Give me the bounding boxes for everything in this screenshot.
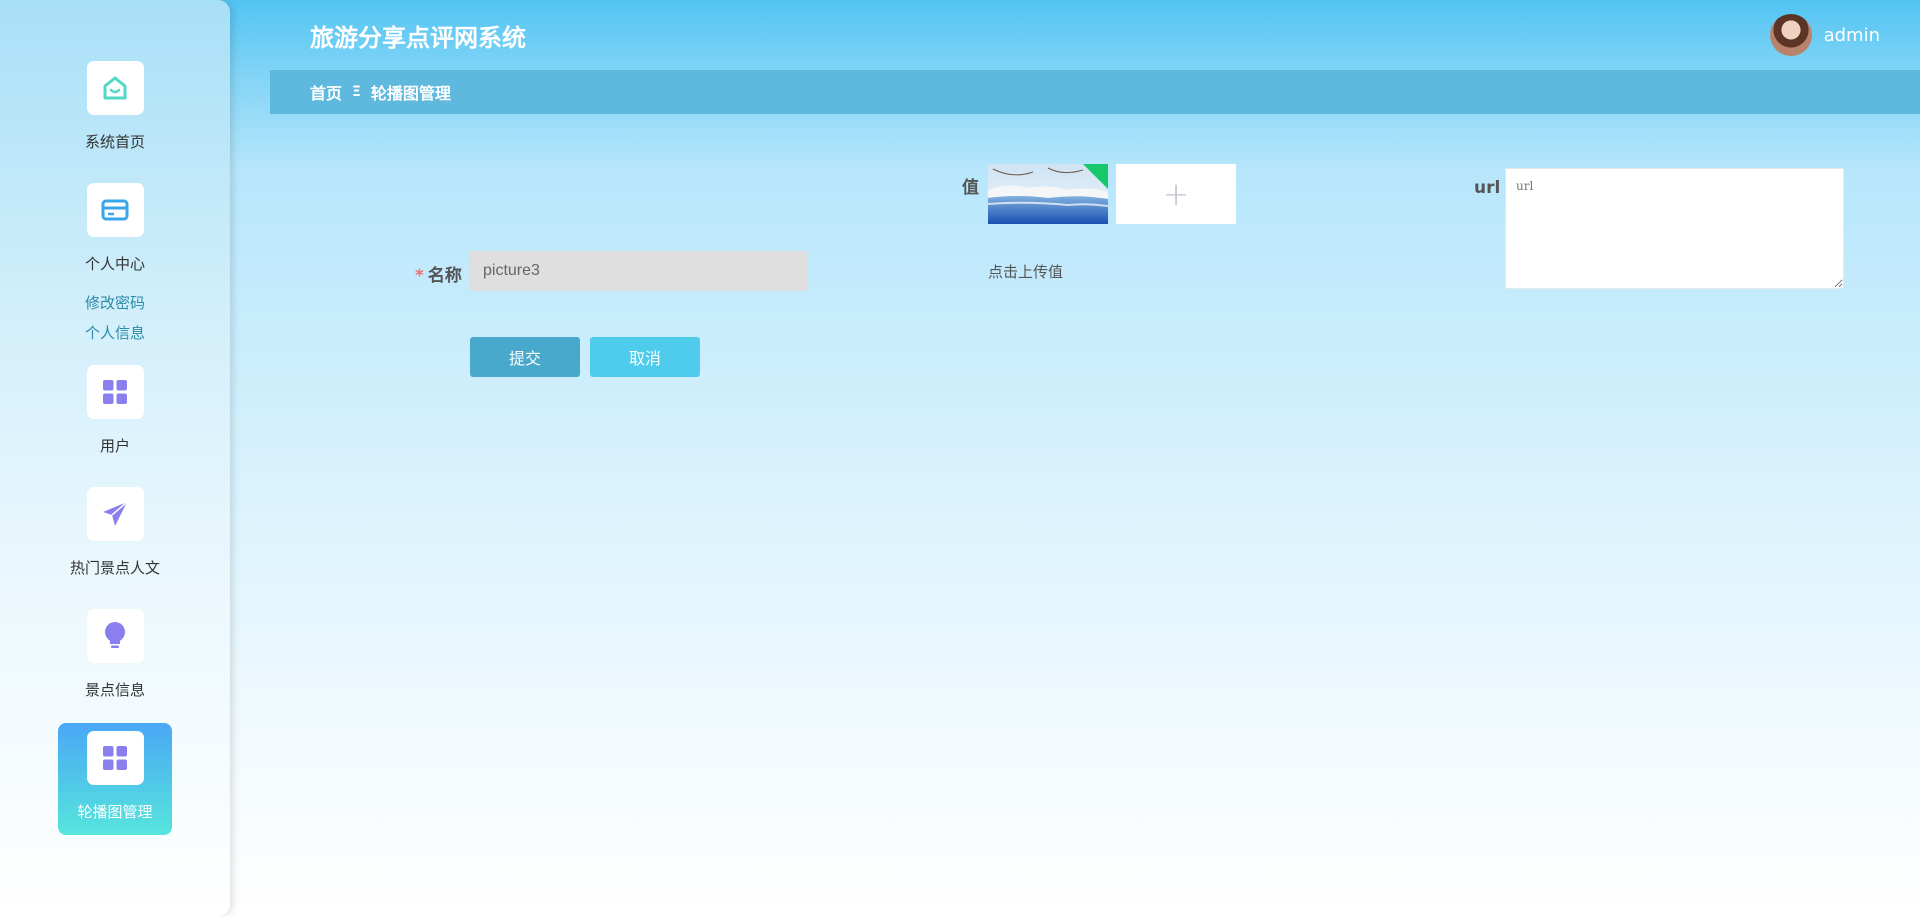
sidebar-subitem-change-password[interactable]: 修改密码 (58, 292, 172, 313)
sidebar-item-label: 用户 (99, 437, 130, 455)
sidebar-item-label: 热门景点人文 (69, 559, 160, 577)
breadcrumb: 首页 Ξ 轮播图管理 (270, 70, 1920, 114)
upload-tip: 点击上传值 (988, 263, 1064, 281)
nav-icon-box (86, 609, 144, 663)
sidebar-item-label: 个人中心 (84, 255, 145, 273)
sidebar-item-users[interactable]: 用户 (58, 365, 172, 456)
nav-icon-box (86, 731, 144, 785)
sidebar-item-home[interactable]: 系统首页 (58, 61, 172, 152)
sidebar-item-label: 轮播图管理 (77, 803, 153, 821)
card-icon (101, 199, 129, 221)
grid-icon (103, 746, 127, 770)
plus-icon: + (1162, 175, 1190, 213)
sidebar-item-label: 系统首页 (84, 133, 145, 151)
cancel-button[interactable]: 取消 (590, 337, 700, 377)
sidebar-item-popular-attractions[interactable]: 热门景点人文 (58, 487, 172, 578)
name-label: * 名称 (415, 261, 462, 286)
submit-button[interactable]: 提交 (470, 337, 580, 377)
landscape-image (988, 164, 1108, 224)
url-label: url (1474, 178, 1501, 198)
breadcrumb-current: 轮播图管理 (370, 84, 451, 103)
user-menu[interactable]: admin (1769, 14, 1880, 56)
sidebar-item-label: 景点信息 (84, 681, 145, 699)
sidebar-item-attraction-info[interactable]: 景点信息 (58, 609, 172, 700)
sidebar-item-carousel-management[interactable]: 轮播图管理 (58, 723, 172, 835)
grid-icon (103, 380, 127, 404)
home-icon (103, 76, 127, 100)
breadcrumb-separator: Ξ (352, 84, 361, 100)
name-label-text: 名称 (427, 266, 462, 286)
avatar[interactable] (1769, 14, 1812, 56)
breadcrumb-home[interactable]: 首页 (310, 80, 342, 104)
paper-plane-icon (103, 501, 128, 526)
name-input[interactable] (470, 251, 808, 291)
upload-button[interactable]: + (1116, 164, 1236, 224)
sidebar: 系统首页 个人中心 修改密码 个人信息 用户 热门景点人文 景点信息 轮播图管理 (0, 0, 230, 916)
app-title: 旅游分享点评网系统 (310, 24, 526, 52)
nav-icon-box (86, 365, 144, 419)
lightbulb-icon (105, 622, 125, 648)
value-image-thumbnail[interactable] (988, 164, 1108, 224)
sidebar-item-personal-center[interactable]: 个人中心 (58, 183, 172, 274)
user-name[interactable]: admin (1824, 25, 1880, 46)
nav-icon-box (86, 487, 144, 541)
nav-icon-box (86, 183, 144, 237)
required-mark: * (415, 266, 424, 286)
nav-icon-box (86, 61, 144, 115)
value-label: 值 (962, 178, 979, 198)
url-textarea[interactable] (1505, 168, 1844, 289)
sidebar-subitem-personal-info[interactable]: 个人信息 (58, 322, 172, 343)
